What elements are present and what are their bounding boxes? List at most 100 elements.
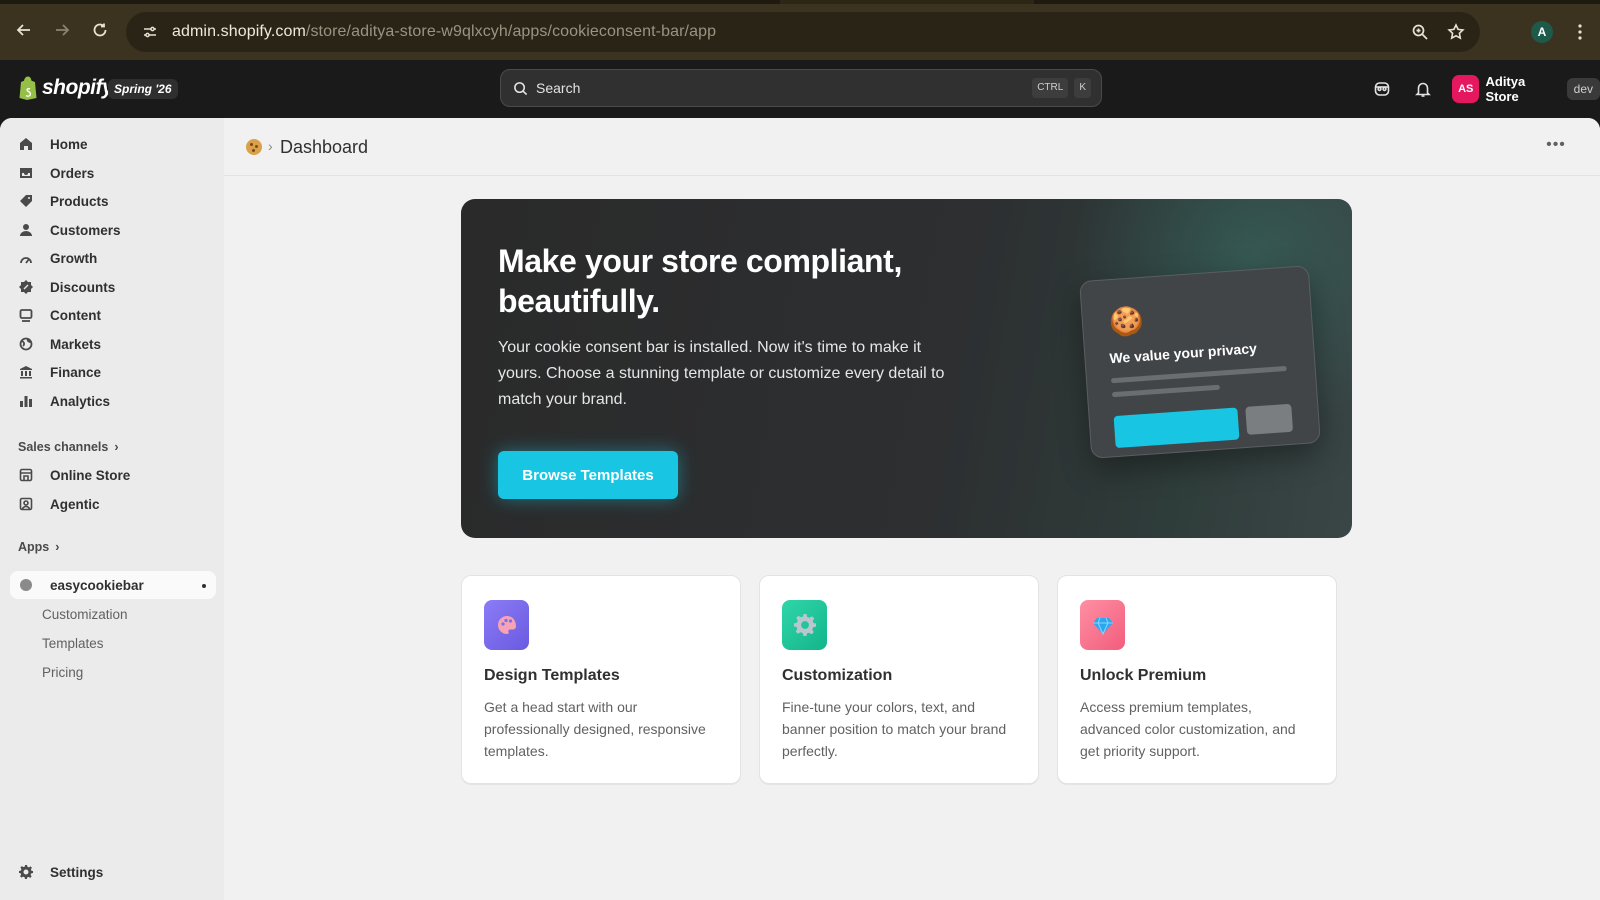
- home-icon: [18, 136, 34, 152]
- sidebar-item-easycookiebar[interactable]: easycookiebar: [10, 571, 216, 599]
- forward-button[interactable]: [44, 12, 80, 48]
- sidebar-item-content[interactable]: Content: [10, 301, 216, 329]
- bell-icon[interactable]: [1412, 78, 1434, 100]
- sidebar-item-label: Agentic: [50, 496, 100, 512]
- apps-label: Apps: [18, 540, 50, 554]
- arrow-right-icon: [56, 24, 70, 36]
- feature-card-design-templates[interactable]: Design Templates Get a head start with o…: [461, 575, 741, 784]
- growth-icon: [18, 250, 34, 266]
- sidebar-item-label: Online Store: [50, 467, 131, 483]
- sidebar-item-products[interactable]: Products: [10, 187, 216, 215]
- orders-icon: [18, 165, 34, 181]
- url-text[interactable]: admin.shopify.com/store/aditya-store-w9q…: [172, 23, 716, 41]
- admin-frame: Home Orders Products Customers Growth Di…: [0, 118, 1600, 900]
- sidebar-item-label: Finance: [50, 364, 102, 380]
- consent-bar-preview: 🍪 We value your privacy: [1079, 265, 1321, 459]
- sidebar-subitem-templates[interactable]: Templates: [42, 636, 104, 651]
- sidebar-item-growth[interactable]: Growth: [10, 244, 216, 272]
- browser-menu-icon[interactable]: [1570, 20, 1590, 44]
- site-info-icon[interactable]: [136, 18, 164, 46]
- page-title: Dashboard: [280, 137, 369, 157]
- sidebar-item-label: Products: [50, 193, 109, 209]
- search-shortcut: CTRL K: [1032, 78, 1091, 98]
- url-host: admin.shopify.com: [172, 23, 306, 40]
- admin-search-input[interactable]: Search CTRL K: [500, 69, 1102, 107]
- search-icon: [513, 81, 528, 96]
- content-icon: [18, 307, 34, 323]
- sidebar-subitem-customization[interactable]: Customization: [42, 607, 128, 622]
- preview-text-line: [1110, 365, 1287, 384]
- shopify-wordmark: shopify: [42, 76, 114, 99]
- discount-icon: [18, 279, 34, 295]
- back-button[interactable]: [6, 12, 42, 48]
- hero-description: Your cookie consent bar is installed. No…: [498, 339, 945, 408]
- address-bar[interactable]: admin.shopify.com/store/aditya-store-w9q…: [126, 12, 1480, 52]
- store-icon: [18, 467, 34, 483]
- sidebar-item-finance[interactable]: Finance: [10, 358, 216, 386]
- sidebar-item-markets[interactable]: Markets: [10, 330, 216, 358]
- sidebar-item-home[interactable]: Home: [10, 130, 216, 158]
- chevron-right-icon: ›: [55, 540, 60, 554]
- preview-title: We value your privacy: [1108, 340, 1258, 367]
- store-menu-button[interactable]: AS Aditya Store dev: [1452, 73, 1600, 105]
- sidebar-item-label: Content: [50, 307, 101, 323]
- sidebar-item-analytics[interactable]: Analytics: [10, 387, 216, 415]
- feature-card-unlock-premium[interactable]: Unlock Premium Access premium templates,…: [1057, 575, 1337, 784]
- hero-banner: Make your store compliant, beautifully. …: [461, 199, 1352, 538]
- tag-icon: [18, 193, 34, 209]
- shortcut-key-k: K: [1074, 78, 1091, 98]
- sidebar-item-orders[interactable]: Orders: [10, 159, 216, 187]
- url-path: /store/aditya-store-w9qlxcyh/apps/cookie…: [305, 23, 717, 40]
- gear-icon: [18, 864, 34, 880]
- sidebar-item-label: Home: [50, 136, 88, 152]
- card-description: Access premium templates, advanced color…: [1080, 699, 1296, 759]
- sidebar-item-label: Analytics: [50, 393, 111, 409]
- store-avatar: AS: [1452, 75, 1480, 103]
- store-name: Aditya Store: [1485, 74, 1526, 104]
- gear-icon: [782, 600, 827, 650]
- sidebar-subitem-pricing[interactable]: Pricing: [42, 665, 83, 680]
- cookie-app-icon[interactable]: [246, 139, 262, 155]
- more-actions-icon[interactable]: •••: [1544, 137, 1568, 158]
- apps-heading[interactable]: Apps ›: [18, 540, 59, 554]
- card-description: Get a head start with our professionally…: [484, 699, 706, 759]
- zoom-icon[interactable]: [1406, 18, 1434, 46]
- page-header: › Dashboard •••: [224, 118, 1600, 176]
- palette-icon: [484, 600, 529, 650]
- sidebar-item-label: Growth: [50, 250, 98, 266]
- shopify-logo[interactable]: shopify: [18, 76, 114, 100]
- feature-card-customization[interactable]: Customization Fine-tune your colors, tex…: [759, 575, 1039, 784]
- sidebar-item-label: Customers: [50, 222, 121, 238]
- sidebar-item-discounts[interactable]: Discounts: [10, 273, 216, 301]
- browser-toolbar: admin.shopify.com/store/aditya-store-w9q…: [0, 0, 1600, 60]
- reload-button[interactable]: [82, 12, 118, 48]
- bank-icon: [18, 364, 34, 380]
- sidebar-item-label: easycookiebar: [50, 577, 144, 593]
- sidebar-item-label: Markets: [50, 336, 102, 352]
- sidebar-item-label: Settings: [50, 864, 104, 880]
- search-placeholder: Search: [536, 80, 581, 96]
- sidekick-icon[interactable]: [1371, 78, 1393, 100]
- tab-strip: [0, 0, 1600, 4]
- shopify-bag-icon: [19, 76, 37, 100]
- release-badge: Spring '26: [108, 79, 178, 99]
- browse-templates-button[interactable]: Browse Templates: [498, 451, 678, 499]
- admin-sidebar: Home Orders Products Customers Growth Di…: [0, 118, 224, 900]
- dev-store-badge: dev: [1566, 78, 1600, 100]
- bar-chart-icon: [18, 393, 34, 409]
- sidebar-item-customers[interactable]: Customers: [10, 216, 216, 244]
- app-icon: [18, 577, 34, 593]
- breadcrumb-chevron-icon: ›: [268, 138, 273, 154]
- diamond-icon: [1080, 600, 1125, 650]
- sidebar-item-settings[interactable]: Settings: [10, 858, 216, 886]
- reload-icon: [93, 23, 107, 37]
- person-icon: [18, 222, 34, 238]
- sidebar-item-online-store[interactable]: Online Store: [10, 461, 216, 489]
- browser-profile-avatar[interactable]: A: [1531, 21, 1553, 43]
- bookmark-star-icon[interactable]: [1442, 18, 1470, 46]
- preview-decline-button: [1245, 403, 1294, 435]
- agentic-icon: [18, 496, 34, 512]
- sidebar-item-agentic[interactable]: Agentic: [10, 490, 216, 518]
- sales-channels-heading[interactable]: Sales channels ›: [18, 440, 119, 454]
- cookie-icon: 🍪: [1107, 304, 1145, 339]
